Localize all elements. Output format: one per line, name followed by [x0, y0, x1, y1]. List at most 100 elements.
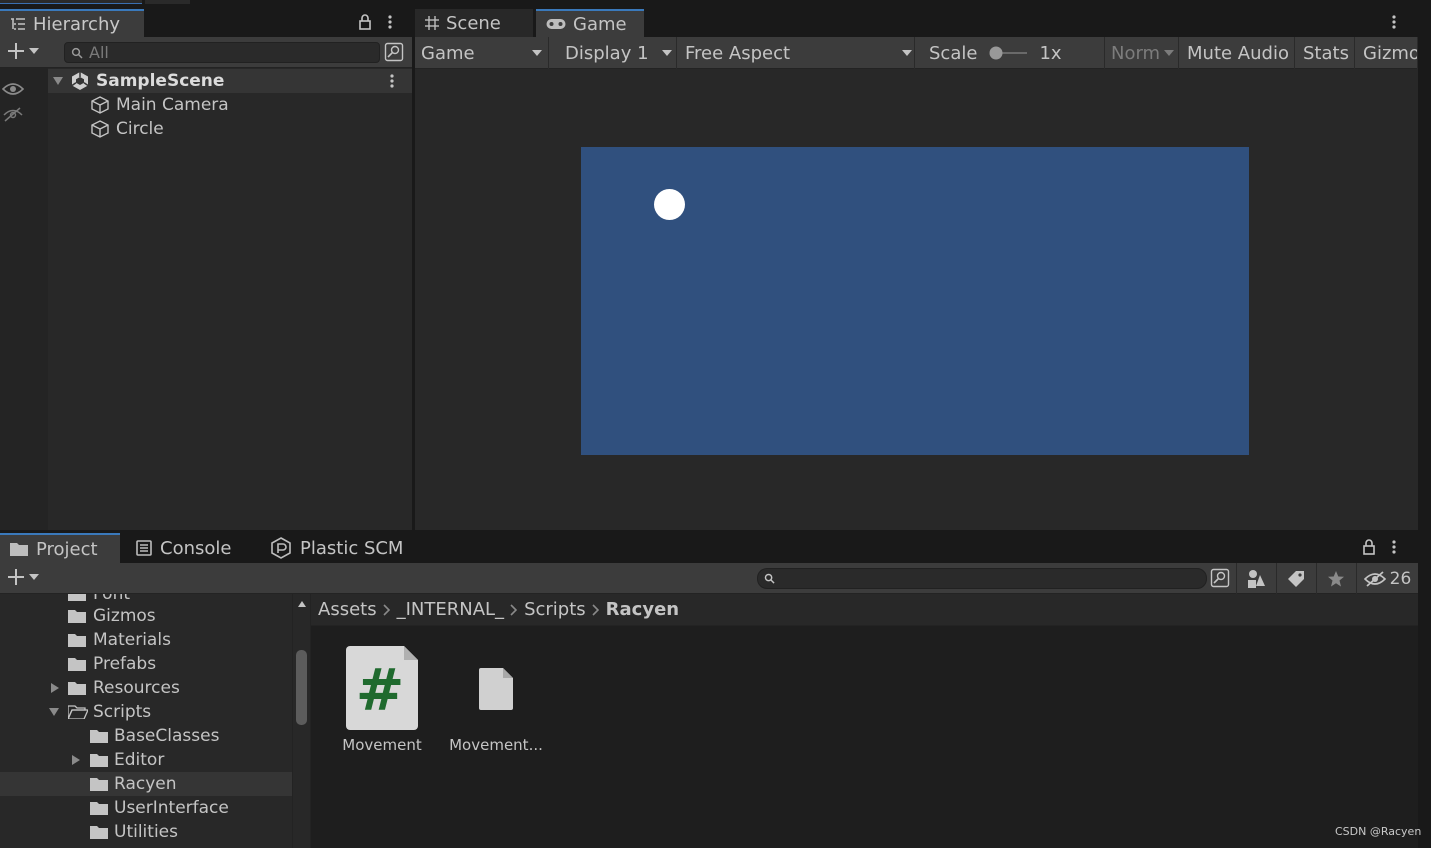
lock-icon[interactable]: [358, 14, 372, 30]
display-dropdown[interactable]: Display 1: [559, 37, 677, 69]
folder-icon: [68, 609, 86, 623]
filter-by-label-button[interactable]: [1276, 563, 1314, 594]
aspect-dropdown[interactable]: Free Aspect: [679, 37, 915, 69]
project-tab-bar: Project Console Plastic SCM: [0, 533, 1418, 563]
game-toolbar: Game Display 1 Free Aspect Scale 1x Norm…: [415, 37, 1418, 69]
tab-plastic-scm[interactable]: Plastic SCM: [260, 533, 430, 563]
tree-item-materials[interactable]: Materials: [0, 628, 292, 652]
norm-dropdown[interactable]: Norm: [1105, 37, 1179, 69]
scale-slider[interactable]: [989, 45, 1029, 61]
project-search[interactable]: [757, 568, 1207, 589]
tree-item-gizmos[interactable]: Gizmos: [0, 604, 292, 628]
stats-label: Stats: [1303, 42, 1349, 64]
object-name: Main Camera: [116, 95, 229, 115]
tree-item-label: Editor: [114, 750, 165, 770]
search-icon: [764, 573, 775, 584]
more-menu-icon[interactable]: [1390, 14, 1398, 30]
search-by-type-icon[interactable]: [1210, 568, 1230, 588]
grid-hash-icon: [425, 16, 439, 30]
breadcrumb: Assets _INTERNAL_ Scripts Racyen: [311, 594, 1418, 626]
save-search-favorite-button[interactable]: [1316, 563, 1354, 594]
folder-icon: [68, 633, 86, 647]
plus-icon: [6, 567, 26, 587]
tab-game[interactable]: Game: [536, 9, 644, 37]
breadcrumb-assets[interactable]: Assets: [318, 599, 377, 620]
hierarchy-item-main-camera[interactable]: Main Camera: [48, 93, 412, 117]
breadcrumb-internal[interactable]: _INTERNAL_: [397, 599, 504, 620]
star-icon: [1327, 570, 1345, 588]
hidden-packages-button[interactable]: 26: [1356, 563, 1418, 594]
watermark: CSDN @Racyen: [1335, 825, 1422, 838]
tree-item-label: Utilities: [114, 822, 178, 842]
chevron-right-icon[interactable]: [50, 682, 60, 694]
chevron-right-icon[interactable]: [71, 754, 81, 766]
eye-icon[interactable]: [2, 82, 24, 96]
play-mode-label: Game: [421, 42, 475, 64]
aspect-label: Free Aspect: [685, 42, 791, 64]
tree-item-resources[interactable]: Resources: [0, 676, 292, 700]
asset-movement-meta[interactable]: Movement...: [441, 646, 551, 766]
tree-scrollbar[interactable]: [292, 594, 311, 848]
tree-item-racyen[interactable]: Racyen: [0, 772, 292, 796]
chevron-down-icon[interactable]: [48, 707, 60, 717]
scene-menu-icon[interactable]: [388, 73, 396, 89]
eye-slash-icon: [1363, 570, 1386, 587]
chevron-down-icon: [901, 49, 913, 57]
hierarchy-search-input[interactable]: [89, 43, 369, 62]
tab-project[interactable]: Project: [0, 533, 120, 563]
tab-scene[interactable]: Scene: [415, 9, 533, 37]
game-render-canvas[interactable]: [581, 147, 1249, 455]
chevron-right-icon: [383, 603, 391, 616]
game-view[interactable]: [415, 69, 1418, 530]
breadcrumb-scripts[interactable]: Scripts: [524, 599, 586, 620]
tree-item-scripts[interactable]: Scripts: [0, 700, 292, 724]
top-tab-hint: [0, 0, 142, 4]
create-asset-button[interactable]: [6, 567, 40, 587]
tree-item-baseclasses[interactable]: BaseClasses: [0, 724, 292, 748]
tree-item-label: Prefabs: [93, 654, 157, 674]
tree-item-prefabs[interactable]: Prefabs: [0, 652, 292, 676]
project-search-input[interactable]: [781, 569, 1201, 588]
scale-label: Scale: [929, 42, 978, 64]
circle-sprite: [654, 189, 685, 220]
pickable-hand-icon[interactable]: [2, 106, 24, 122]
hierarchy-list-icon: [10, 17, 26, 31]
play-mode-dropdown[interactable]: Game: [415, 37, 549, 69]
folder-icon: [68, 594, 86, 601]
tree-item-editor[interactable]: Editor: [0, 748, 292, 772]
asset-label: Movement: [342, 736, 422, 754]
tree-item-utilities[interactable]: Utilities: [0, 820, 292, 844]
scrollbar-thumb[interactable]: [296, 650, 307, 725]
tree-item-userinterface[interactable]: UserInterface: [0, 796, 292, 820]
folder-icon: [90, 801, 108, 815]
visibility-gutter: [0, 68, 48, 530]
more-menu-icon[interactable]: [1390, 539, 1398, 555]
search-by-type-icon[interactable]: [384, 42, 404, 62]
search-icon: [71, 47, 83, 59]
stats-button[interactable]: Stats: [1297, 37, 1355, 69]
hierarchy-item-circle[interactable]: Circle: [48, 117, 412, 141]
hierarchy-search[interactable]: [64, 42, 380, 63]
breadcrumb-racyen[interactable]: Racyen: [606, 599, 679, 620]
filter-by-type-button[interactable]: [1236, 563, 1274, 594]
more-menu-icon[interactable]: [386, 14, 394, 30]
scroll-up-arrow-icon[interactable]: [297, 600, 307, 608]
gameobject-cube-icon: [90, 95, 110, 115]
scale-value: 1x: [1039, 42, 1062, 64]
mute-audio-button[interactable]: Mute Audio: [1181, 37, 1295, 69]
scene-game-tab-bar: Scene Game: [415, 9, 1418, 37]
tab-console[interactable]: Console: [126, 533, 256, 563]
folder-open-icon: [68, 705, 88, 719]
tree-item-label: Racyen: [114, 774, 177, 794]
chevron-down-icon[interactable]: [52, 76, 64, 86]
asset-movement-script[interactable]: # Movement: [327, 646, 437, 766]
mute-audio-label: Mute Audio: [1187, 42, 1289, 64]
chevron-down-icon: [28, 47, 40, 55]
tree-item-label: Resources: [93, 678, 180, 698]
asset-label: Movement...: [449, 736, 543, 754]
tab-hierarchy[interactable]: Hierarchy: [0, 9, 144, 37]
scene-row[interactable]: SampleScene: [48, 69, 412, 93]
gizmos-button[interactable]: Gizmos: [1357, 37, 1418, 69]
add-object-button[interactable]: [6, 41, 40, 61]
lock-icon[interactable]: [1362, 539, 1376, 555]
